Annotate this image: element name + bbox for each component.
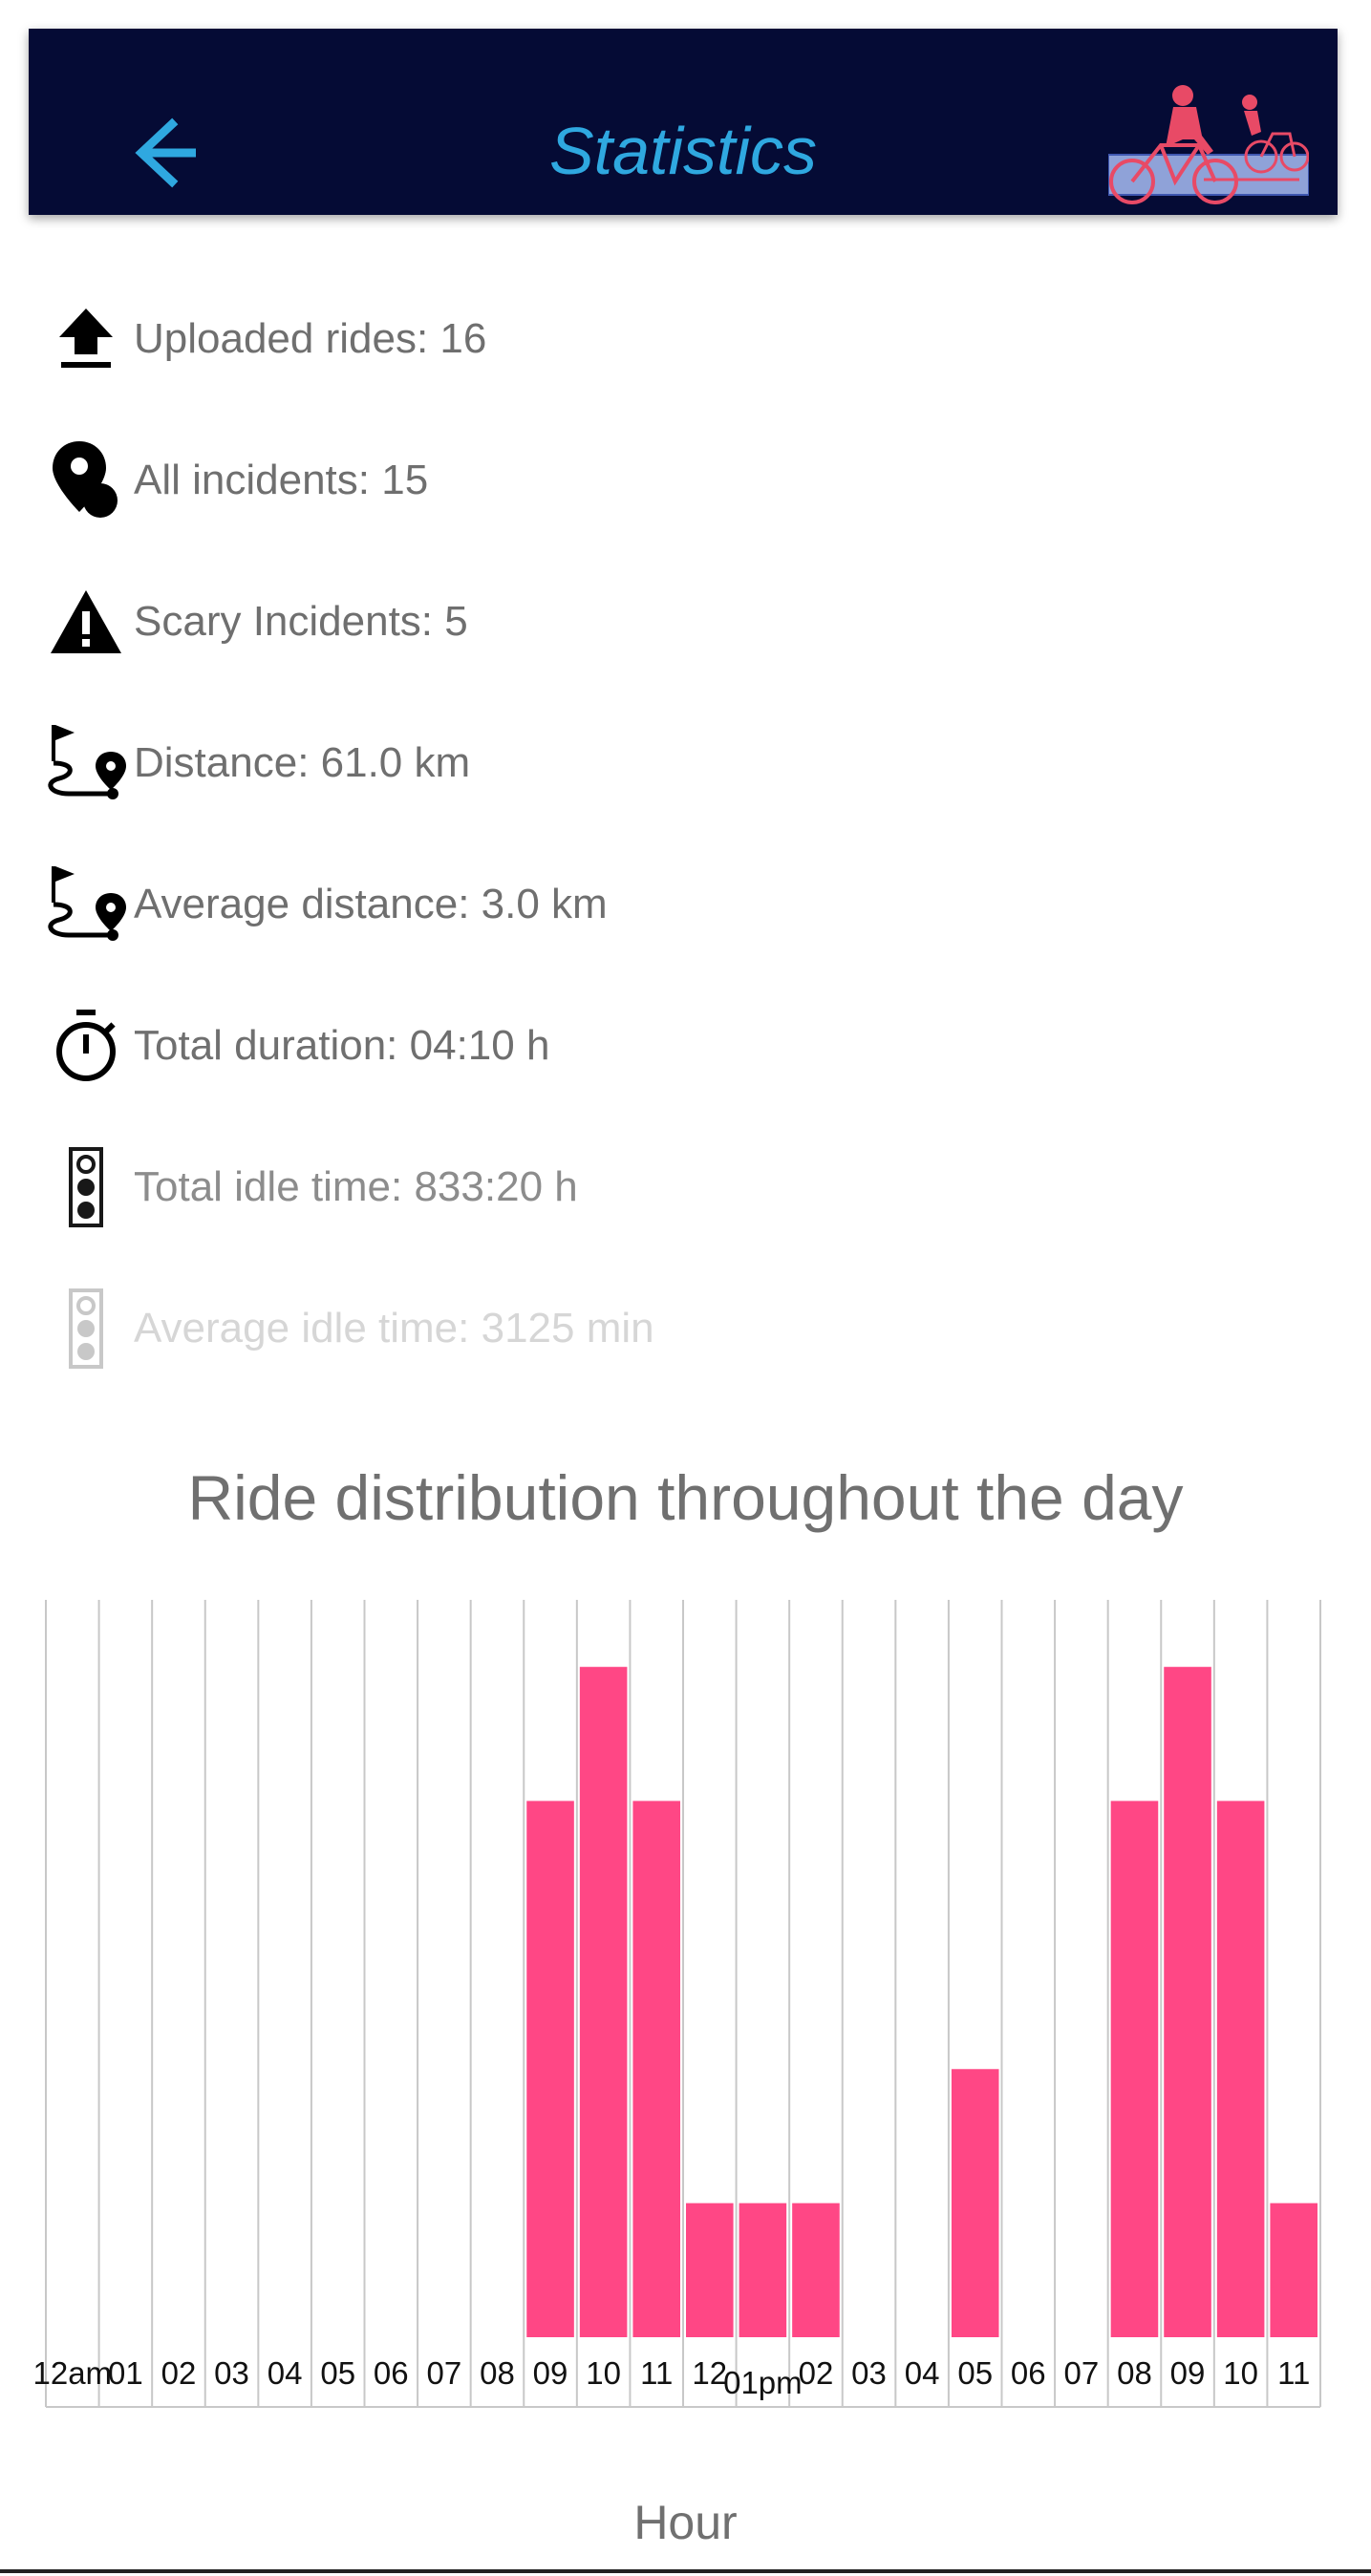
stopwatch-icon	[38, 998, 134, 1094]
x-tick-label: 03	[851, 2355, 887, 2391]
x-axis-title: Hour	[633, 2496, 738, 2549]
cyclists-logo-icon	[1108, 85, 1309, 204]
bar-11	[632, 1800, 680, 2337]
stat-average-distance: Average distance: 3.0 km	[38, 857, 1280, 952]
x-tick-label: 12am	[33, 2355, 113, 2391]
stat-label: Average idle time: 3125 min	[134, 1305, 654, 1352]
x-tick-label: 10	[586, 2355, 621, 2391]
chart-title: Ride distribution throughout the day	[187, 1462, 1184, 1533]
bar-12	[686, 2203, 734, 2337]
x-tick-label: 07	[1064, 2355, 1100, 2391]
bar-10	[1216, 1800, 1265, 2337]
stat-label: Total duration: 04:10 h	[134, 1022, 550, 1069]
bar-08	[1110, 1800, 1159, 2337]
stat-label: Average distance: 3.0 km	[134, 881, 608, 927]
traffic-light-icon	[38, 1139, 134, 1235]
x-tick-label: 04	[905, 2355, 940, 2391]
x-tick-label: 04	[268, 2355, 303, 2391]
x-tick-label: 02	[799, 2355, 834, 2391]
stat-uploaded-rides: Uploaded rides: 16	[38, 291, 1280, 387]
stat-all-incidents: All incidents: 15	[38, 433, 1280, 528]
stat-label: Distance: 61.0 km	[134, 739, 471, 786]
bottom-border	[0, 2569, 1371, 2573]
bar-09	[1164, 1667, 1211, 2337]
bar-10	[579, 1667, 628, 2337]
stat-distance: Distance: 61.0 km	[38, 715, 1280, 811]
x-tick-label: 01pm	[723, 2365, 803, 2400]
x-tick-label: 08	[1117, 2355, 1152, 2391]
route-icon	[38, 857, 134, 952]
stat-label: Uploaded rides: 16	[134, 315, 487, 362]
x-tick-label: 06	[374, 2355, 409, 2391]
stat-label: All incidents: 15	[134, 457, 429, 503]
map-pin-icon	[38, 433, 134, 528]
x-tick-label: 11	[1277, 2355, 1310, 2391]
x-tick-label: 01	[108, 2355, 143, 2391]
x-tick-label: 10	[1223, 2355, 1258, 2391]
stat-total-idle-time: Total idle time: 833:20 h	[38, 1139, 1280, 1235]
route-icon	[38, 715, 134, 811]
stat-label: Scary Incidents: 5	[134, 598, 468, 645]
bar-09	[526, 1800, 574, 2337]
x-tick-label: 02	[161, 2355, 197, 2391]
bar-02	[792, 2203, 840, 2337]
stat-total-duration: Total duration: 04:10 h	[38, 998, 1280, 1094]
stat-label: Total idle time: 833:20 h	[134, 1163, 578, 1210]
x-tick-label: 05	[320, 2355, 355, 2391]
x-tick-label: 03	[214, 2355, 249, 2391]
x-tick-label: 07	[427, 2355, 462, 2391]
x-tick-label: 09	[533, 2355, 568, 2391]
stat-scary-incidents: Scary Incidents: 5	[38, 574, 1280, 670]
upload-icon	[38, 291, 134, 387]
x-tick-label: 05	[957, 2355, 993, 2391]
stat-average-idle-time: Average idle time: 3125 min	[38, 1281, 1280, 1376]
x-tick-label: 12	[692, 2355, 727, 2391]
bar-01pm	[739, 2203, 787, 2337]
app-bar: Statistics	[29, 29, 1338, 215]
bar-11	[1270, 2203, 1317, 2337]
x-tick-label: 09	[1170, 2355, 1206, 2391]
x-tick-label: 11	[640, 2355, 673, 2391]
bar-05	[951, 2069, 999, 2337]
warning-icon	[38, 574, 134, 670]
ride-distribution-chart: 12am01 02 03 04 05 06 07 08 09 10 11 1201pm02 03 04 05…	[33, 1600, 1321, 2408]
x-tick-label: 06	[1011, 2355, 1046, 2391]
x-tick-label: 08	[480, 2355, 515, 2391]
traffic-light-icon	[38, 1281, 134, 1376]
